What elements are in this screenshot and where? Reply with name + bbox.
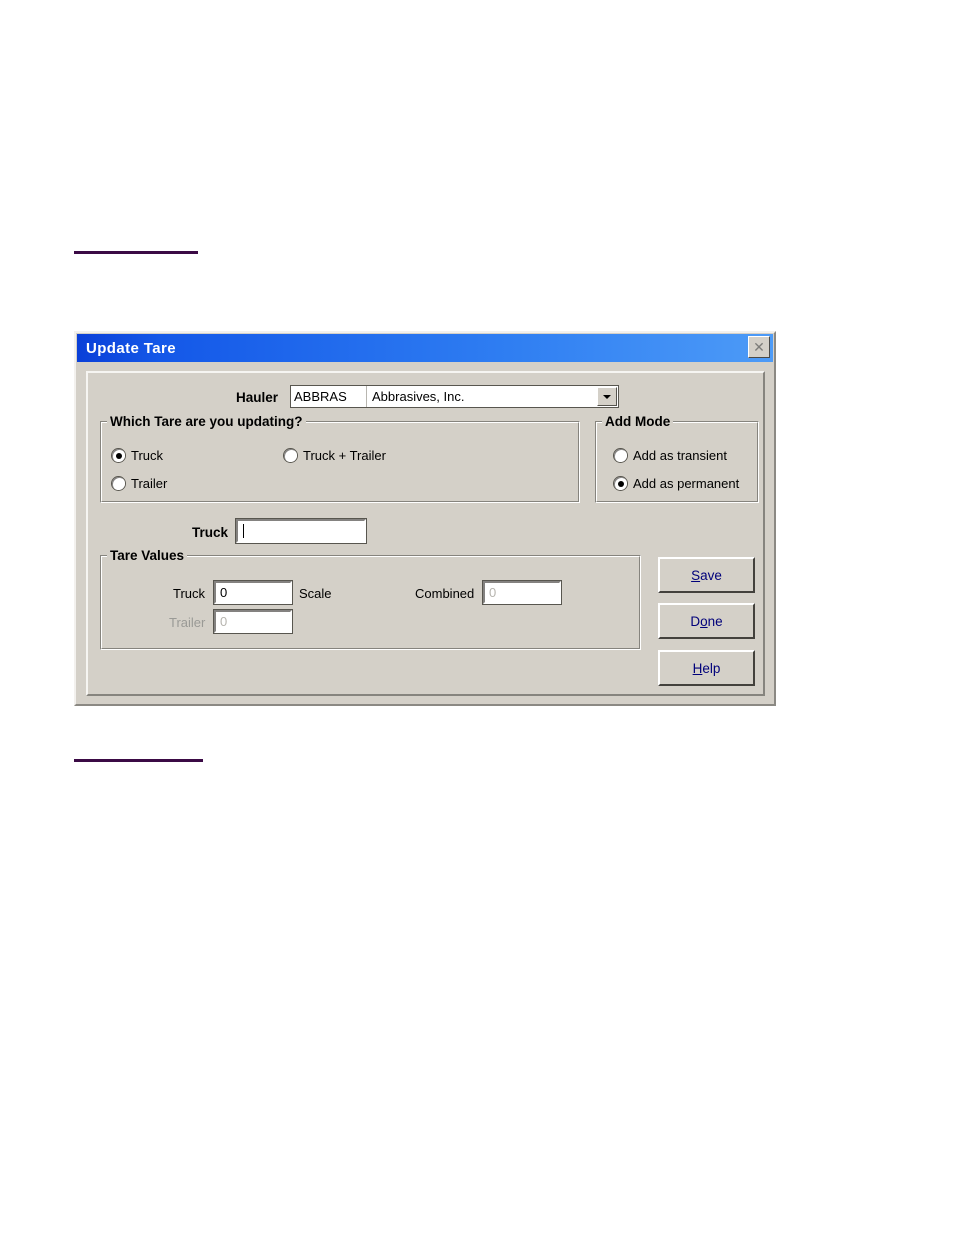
dialog-client-area: Hauler ABBRAS Abbrasives, Inc. Which Tar… <box>86 371 765 696</box>
done-button-accel: o <box>700 613 708 629</box>
radio-add-as-permanent[interactable]: Add as permanent <box>614 476 739 491</box>
bottom-horizontal-rule <box>74 759 203 762</box>
radio-truck-label: Truck <box>131 448 164 463</box>
close-icon[interactable]: ✕ <box>748 336 770 358</box>
truck-entry-input[interactable] <box>235 518 367 544</box>
help-button-accel: H <box>692 660 703 676</box>
tare-truck-value: 0 <box>220 585 228 600</box>
tare-values-group: Tare Values Truck 0 Scale Combined 0 Tra… <box>100 548 641 650</box>
tare-values-group-title: Tare Values <box>107 548 188 563</box>
tare-truck-input[interactable]: 0 <box>213 580 293 605</box>
radio-add-as-transient-label: Add as transient <box>633 448 727 463</box>
dialog-title: Update Tare <box>86 339 176 357</box>
radio-dot-icon <box>112 477 125 490</box>
radio-truck-trailer[interactable]: Truck + Trailer <box>284 448 386 463</box>
hauler-label: Hauler <box>236 390 279 405</box>
save-button[interactable]: Save <box>658 557 755 593</box>
hauler-name-value: Abbrasives, Inc. <box>372 389 465 404</box>
radio-add-as-permanent-label: Add as permanent <box>633 476 740 491</box>
which-tare-group: Which Tare are you updating? Truck Truck… <box>100 414 580 503</box>
done-button-label-post: ne <box>707 613 723 629</box>
help-button[interactable]: Help <box>658 650 755 686</box>
chevron-down-glyph <box>603 394 611 399</box>
top-horizontal-rule <box>74 251 198 254</box>
done-button[interactable]: Do ne <box>658 603 755 639</box>
radio-dot-icon <box>614 449 627 462</box>
radio-truck[interactable]: Truck <box>112 448 163 463</box>
text-caret <box>243 524 244 538</box>
add-mode-group-title: Add Mode <box>602 414 674 429</box>
truck-entry-label: Truck <box>192 525 229 540</box>
radio-add-as-transient[interactable]: Add as transient <box>614 448 727 463</box>
radio-truck-trailer-label: Truck + Trailer <box>303 448 386 463</box>
radio-dot-icon <box>614 477 627 490</box>
tare-combined-label: Combined <box>415 586 475 601</box>
tare-combined-input[interactable]: 0 <box>482 580 562 605</box>
add-mode-group: Add Mode Add as transient Add as permane… <box>595 414 759 503</box>
radio-trailer[interactable]: Trailer <box>112 476 167 491</box>
radio-dot-icon <box>284 449 297 462</box>
tare-trailer-input[interactable]: 0 <box>213 609 293 634</box>
dialog-titlebar[interactable]: Update Tare ✕ <box>77 334 773 362</box>
save-button-accel: S <box>691 567 701 583</box>
radio-trailer-label: Trailer <box>131 476 168 491</box>
save-button-label-post: ave <box>700 567 722 583</box>
radio-dot-icon <box>112 449 125 462</box>
tare-trailer-label: Trailer <box>169 615 206 630</box>
chevron-down-icon[interactable] <box>597 387 617 406</box>
tare-scale-label: Scale <box>299 586 332 601</box>
tare-combined-value: 0 <box>489 585 497 600</box>
hauler-code-value: ABBRAS <box>291 386 367 407</box>
update-tare-dialog: Update Tare ✕ Hauler ABBRAS Abbrasives, … <box>74 331 776 706</box>
tare-truck-label: Truck <box>173 586 206 601</box>
which-tare-group-title: Which Tare are you updating? <box>107 414 306 429</box>
done-button-label-pre: D <box>690 613 701 629</box>
tare-trailer-value: 0 <box>220 614 228 629</box>
hauler-combobox[interactable]: ABBRAS Abbrasives, Inc. <box>290 385 619 408</box>
help-button-label-post: elp <box>702 660 721 676</box>
